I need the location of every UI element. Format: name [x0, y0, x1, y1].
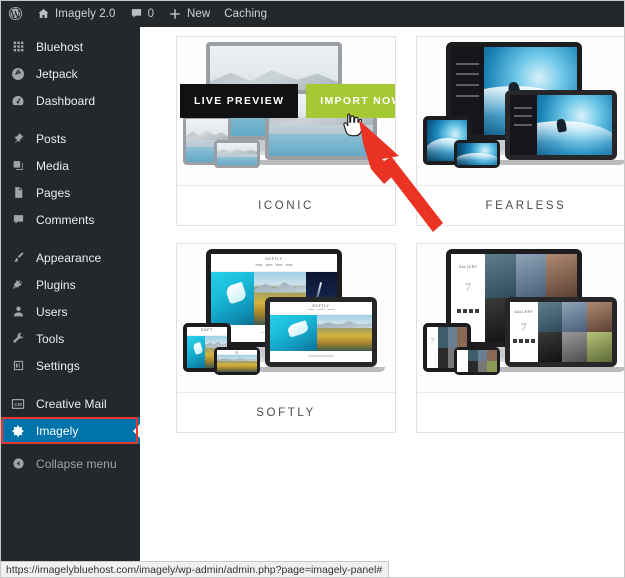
sidebar-collapse-label: Collapse menu — [36, 456, 117, 471]
creative-mail-icon: CM — [9, 395, 27, 413]
sidebar-item-creative-mail[interactable]: CM Creative Mail — [0, 390, 140, 417]
sidebar-item-label: Media — [36, 158, 69, 173]
theme-title: ICONIC — [177, 185, 395, 225]
sidebar-item-label: Appearance — [36, 250, 102, 265]
sidebar-item-jetpack[interactable]: Jetpack — [0, 60, 140, 87]
svg-text:CM: CM — [14, 402, 22, 408]
browser-viewport: Imagely 2.0 0 New Caching Bluehost Jetpa… — [0, 0, 625, 578]
user-icon — [9, 303, 27, 321]
sidebar-divider — [0, 114, 140, 125]
admin-bar-new-label: New — [186, 7, 211, 20]
device-phone — [454, 140, 500, 168]
laptop-base — [497, 160, 625, 165]
sidebar-item-posts[interactable]: Posts — [0, 125, 140, 152]
sidebar-item-label: Tools — [36, 331, 65, 346]
dashboard-icon — [9, 92, 27, 110]
plug-icon — [9, 276, 27, 294]
laptop-base — [497, 367, 625, 372]
imagely-themes-panel: LIVE PREVIEW IMPORT NOW ICONIC FEARLESS … — [140, 27, 625, 578]
status-bar-url: https://imagelybluehost.com/imagely/wp-a… — [6, 564, 383, 576]
admin-bar-caching[interactable]: Caching — [217, 0, 274, 27]
admin-bar-comments[interactable]: 0 — [123, 0, 161, 27]
sidebar-item-label: Posts — [36, 131, 67, 146]
theme-thumbnail[interactable]: LIVE PREVIEW IMPORT NOW — [177, 37, 395, 185]
theme-title: FEARLESS — [417, 185, 625, 225]
sidebar-item-label: Pages — [36, 185, 71, 200]
device-phone: S — [214, 347, 260, 375]
theme-title: SOFTLY — [177, 392, 395, 432]
device-phone — [454, 347, 500, 375]
laptop-base — [257, 160, 385, 165]
collapse-arrow-icon — [9, 455, 27, 473]
theme-thumbnail[interactable]: GALLERY 7 GALLERY 7 7 — [417, 244, 625, 392]
sidebar-item-settings[interactable]: Settings — [0, 352, 140, 379]
theme-title — [417, 392, 625, 432]
comment-bubble-icon — [130, 7, 143, 20]
admin-sidebar-menu: Bluehost Jetpack Dashboard Posts Media P… — [0, 27, 140, 578]
sidebar-item-label: Comments — [36, 212, 95, 227]
sidebar-item-comments[interactable]: Comments — [0, 206, 140, 233]
theme-card-grid: LIVE PREVIEW IMPORT NOW ICONIC FEARLESS … — [176, 36, 625, 433]
wordpress-logo-icon — [8, 6, 23, 21]
sidebar-item-label: Creative Mail — [36, 396, 107, 411]
home-icon — [37, 7, 50, 20]
theme-card-iconic[interactable]: LIVE PREVIEW IMPORT NOW ICONIC — [176, 36, 396, 226]
browser-status-bar: https://imagelybluehost.com/imagely/wp-a… — [0, 561, 390, 578]
sidebar-item-label: Plugins — [36, 277, 76, 292]
sidebar-item-imagely[interactable]: Imagely — [0, 417, 140, 444]
mouse-cursor-pointer-icon — [342, 113, 363, 142]
admin-bar-comment-count: 0 — [147, 7, 154, 20]
admin-bar-site-label: Imagely 2.0 — [55, 7, 116, 20]
theme-thumbnail[interactable]: SOFTLY SOFTLY SOFT S — [177, 244, 395, 392]
pin-icon — [9, 130, 27, 148]
sidebar-item-users[interactable]: Users — [0, 298, 140, 325]
sidebar-item-label: Users — [36, 304, 68, 319]
sidebar-collapse-menu[interactable]: Collapse menu — [0, 450, 140, 477]
admin-bar-new-content[interactable]: New — [161, 0, 217, 27]
device-phone — [214, 140, 260, 168]
jetpack-icon — [9, 65, 27, 83]
sidebar-item-label: Settings — [36, 358, 80, 373]
wrench-icon — [9, 330, 27, 348]
sidebar-item-plugins[interactable]: Plugins — [0, 271, 140, 298]
live-preview-button[interactable]: LIVE PREVIEW — [180, 84, 299, 118]
sidebar-item-label: Imagely — [36, 423, 79, 438]
device-laptop: GALLERY 7 — [505, 297, 617, 367]
theme-hover-actions: LIVE PREVIEW IMPORT NOW — [180, 84, 395, 118]
sidebar-item-tools[interactable]: Tools — [0, 325, 140, 352]
sidebar-item-label: Dashboard — [36, 93, 96, 108]
plus-icon — [168, 7, 182, 21]
sidebar-item-label: Jetpack — [36, 66, 78, 81]
sidebar-divider — [0, 379, 140, 390]
wp-admin-bar: Imagely 2.0 0 New Caching — [0, 0, 625, 27]
media-icon — [9, 157, 27, 175]
sidebar-item-media[interactable]: Media — [0, 152, 140, 179]
device-laptop — [505, 90, 617, 160]
grid-dots-icon — [9, 38, 27, 56]
settings-sliders-icon — [9, 357, 27, 375]
theme-card-grid-gallery[interactable]: GALLERY 7 GALLERY 7 7 — [416, 243, 625, 433]
pages-icon — [9, 184, 27, 202]
laptop-base — [257, 367, 385, 372]
device-laptop: SOFTLY — [265, 297, 377, 367]
gear-icon — [9, 422, 27, 440]
theme-thumbnail[interactable] — [417, 37, 625, 185]
paintbrush-icon — [9, 249, 27, 267]
comment-bubble-icon — [9, 211, 27, 229]
theme-card-fearless[interactable]: FEARLESS — [416, 36, 625, 226]
admin-bar-site-name[interactable]: Imagely 2.0 — [30, 0, 123, 27]
sidebar-item-bluehost[interactable]: Bluehost — [0, 33, 140, 60]
sidebar-item-label: Bluehost — [36, 39, 84, 54]
sidebar-item-dashboard[interactable]: Dashboard — [0, 87, 140, 114]
sidebar-divider — [0, 233, 140, 244]
theme-card-softly[interactable]: SOFTLY SOFTLY SOFT S SOFTLY — [176, 243, 396, 433]
sidebar-item-pages[interactable]: Pages — [0, 179, 140, 206]
sidebar-item-appearance[interactable]: Appearance — [0, 244, 140, 271]
admin-bar-caching-label: Caching — [224, 7, 268, 20]
admin-bar-wordpress-logo[interactable] — [0, 0, 30, 27]
